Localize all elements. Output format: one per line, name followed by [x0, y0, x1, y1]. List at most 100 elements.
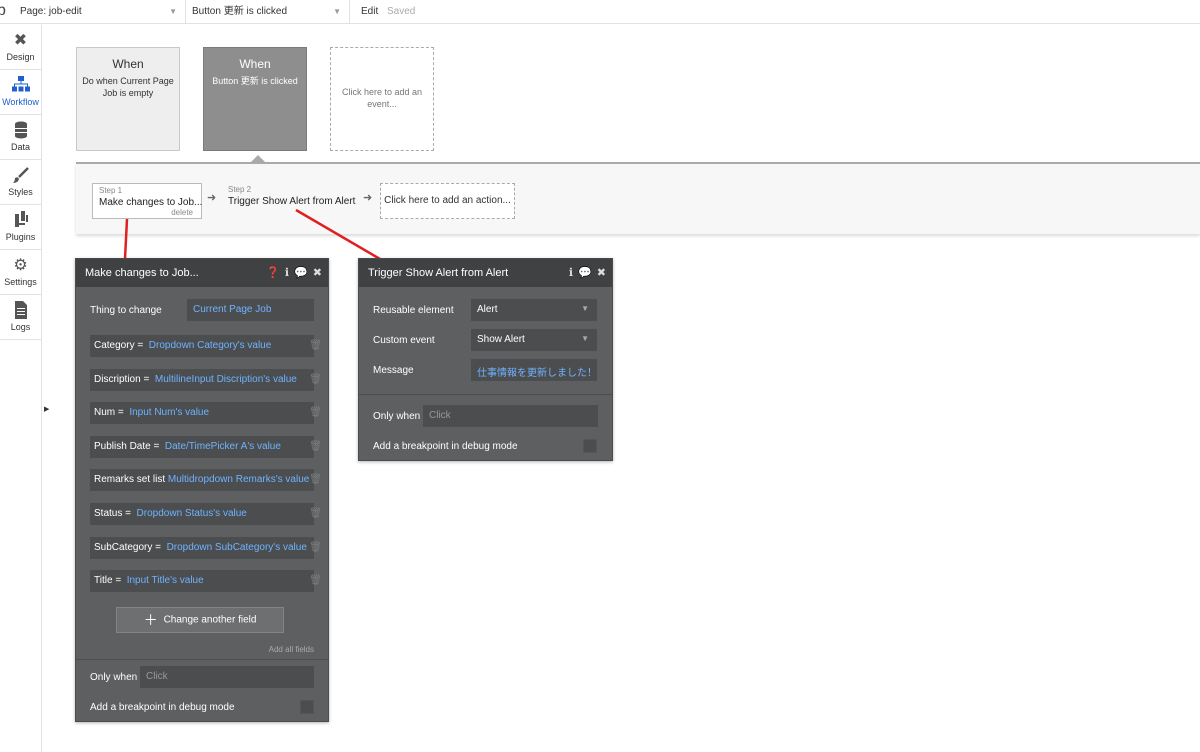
- close-icon[interactable]: ✖: [313, 267, 322, 279]
- add-event-button[interactable]: Click here to add an event...: [330, 47, 434, 151]
- chevron-down-icon: ▼: [333, 7, 341, 16]
- sidebar: ✖ Design Workflow Data Styles Plugins ⚙ …: [0, 25, 42, 752]
- sidebar-item-label: Settings: [4, 277, 37, 287]
- only-when-placeholder: Click: [429, 410, 451, 421]
- field-key: Discription: [94, 374, 141, 385]
- step-number: Step 2: [228, 185, 252, 194]
- comment-icon[interactable]: 💬: [294, 267, 308, 279]
- sidebar-item-label: Design: [6, 52, 35, 62]
- event-card-button-clicked[interactable]: When Button 更新 is clicked: [203, 47, 307, 151]
- chevron-down-icon: ▼: [169, 7, 177, 16]
- help-icon[interactable]: ❓: [266, 267, 280, 279]
- only-when-input[interactable]: Click: [423, 405, 598, 427]
- field-row[interactable]: Remarks set list Multidropdown Remarks's…: [90, 469, 314, 491]
- field-row[interactable]: Title = Input Title's value: [90, 570, 314, 592]
- breakpoint-checkbox[interactable]: [583, 439, 597, 453]
- field-equals: =: [153, 441, 160, 452]
- sidebar-item-settings[interactable]: ⚙ Settings: [0, 250, 41, 295]
- trash-icon[interactable]: 🗑: [309, 441, 322, 452]
- breakpoint-checkbox[interactable]: [300, 700, 314, 714]
- event-card-page-load[interactable]: When Do when Current Page Job is empty: [76, 47, 180, 151]
- change-another-label: Change another field: [163, 614, 257, 626]
- field-key: Status: [94, 508, 123, 519]
- trash-icon[interactable]: 🗑: [309, 575, 322, 586]
- trash-icon[interactable]: 🗑: [309, 474, 322, 485]
- sidebar-item-workflow[interactable]: Workflow: [0, 70, 41, 115]
- add-all-fields-link[interactable]: Add all fields: [269, 645, 314, 654]
- arrow-right-icon: ➜: [363, 192, 373, 204]
- trash-icon[interactable]: 🗑: [309, 508, 322, 519]
- close-icon[interactable]: ✖: [597, 267, 606, 279]
- sidebar-item-plugins[interactable]: Plugins: [0, 205, 41, 250]
- field-equals: =: [143, 374, 150, 385]
- sidebar-item-data[interactable]: Data: [0, 115, 41, 160]
- divider: [359, 394, 612, 395]
- field-row[interactable]: Status = Dropdown Status's value: [90, 503, 314, 525]
- sidebar-item-label: Logs: [10, 322, 31, 332]
- field-key: Num: [94, 407, 116, 418]
- info-icon[interactable]: ℹ: [285, 267, 289, 279]
- sidebar-item-styles[interactable]: Styles: [0, 160, 41, 205]
- sidebar-item-logs[interactable]: Logs: [0, 295, 41, 340]
- panel-header-icons: ❓ ℹ 💬 ✖: [261, 266, 322, 279]
- sidebar-item-design[interactable]: ✖ Design: [0, 25, 41, 70]
- thing-to-change-label: Thing to change: [90, 305, 162, 316]
- reusable-element-dropdown[interactable]: Alert ▼: [471, 299, 597, 321]
- comment-icon[interactable]: 💬: [578, 267, 592, 279]
- plus-icon: ＋: [143, 612, 158, 628]
- field-key: Category: [94, 340, 135, 351]
- field-value: Input Num's value: [129, 407, 210, 418]
- divider: [76, 659, 328, 660]
- database-icon: [0, 121, 41, 141]
- top-bar: b Page: job-edit ▼ Button 更新 is clicked …: [0, 0, 1200, 24]
- reusable-element-label: Reusable element: [373, 305, 454, 316]
- workflow-icon: [0, 76, 41, 96]
- event-when-label: When: [239, 57, 271, 71]
- step-title: Trigger Show Alert from Alert: [228, 196, 356, 207]
- trash-icon[interactable]: 🗑: [309, 542, 322, 553]
- sidebar-item-label: Data: [10, 142, 30, 152]
- field-row[interactable]: SubCategory = Dropdown SubCategory's val…: [90, 537, 314, 559]
- field-row[interactable]: Discription = MultilineInput Discription…: [90, 369, 314, 391]
- thing-to-change-value[interactable]: Current Page Job: [187, 299, 314, 321]
- only-when-input[interactable]: Click: [140, 666, 314, 688]
- sidebar-item-label: Workflow: [2, 97, 39, 107]
- brush-icon: [0, 166, 41, 186]
- add-event-label: Click here to add an event...: [341, 87, 423, 109]
- gear-icon: ⚙: [13, 257, 28, 274]
- trash-icon[interactable]: 🗑: [309, 407, 322, 418]
- panel-header: Trigger Show Alert from Alert ℹ 💬 ✖: [359, 259, 612, 287]
- breakpoint-label: Add a breakpoint in debug mode: [90, 702, 235, 713]
- field-row[interactable]: Category = Dropdown Category's value: [90, 335, 314, 357]
- panel-header-icons: ℹ 💬 ✖: [564, 266, 606, 279]
- breakpoint-label: Add a breakpoint in debug mode: [373, 441, 518, 452]
- field-value: Dropdown SubCategory's value: [166, 542, 307, 553]
- field-key: Remarks set list: [94, 474, 166, 485]
- panel-title: Trigger Show Alert from Alert: [368, 267, 509, 279]
- custom-event-label: Custom event: [373, 335, 435, 346]
- make-changes-panel: Make changes to Job... ❓ ℹ 💬 ✖ Thing to cha…: [75, 258, 329, 722]
- info-icon[interactable]: ℹ: [569, 267, 573, 279]
- design-icon: ✖: [13, 32, 28, 49]
- field-equals: =: [117, 407, 124, 418]
- delete-step-link[interactable]: delete: [171, 208, 193, 217]
- field-equals: =: [125, 508, 131, 519]
- only-when-label: Only when: [373, 411, 421, 422]
- event-dropdown-label: Button 更新 is clicked: [192, 6, 288, 17]
- field-row[interactable]: Num = Input Num's value: [90, 402, 314, 424]
- custom-event-dropdown[interactable]: Show Alert ▼: [471, 329, 597, 351]
- field-equals: =: [115, 575, 122, 586]
- trash-icon[interactable]: 🗑: [309, 340, 322, 351]
- message-input[interactable]: 仕事情報を更新しました！: [471, 359, 597, 381]
- change-another-field-button[interactable]: ＋ Change another field: [116, 607, 284, 633]
- event-dropdown[interactable]: Button 更新 is clicked ▼: [186, 0, 350, 24]
- field-row[interactable]: Publish Date = Date/TimePicker A's value: [90, 436, 314, 458]
- panel-header: Make changes to Job... ❓ ℹ 💬 ✖: [76, 259, 328, 287]
- trash-icon[interactable]: 🗑: [309, 374, 322, 385]
- event-when-label: When: [112, 57, 144, 71]
- step-make-changes[interactable]: Step 1 Make changes to Job... delete: [92, 183, 202, 219]
- add-action-button[interactable]: Click here to add an action...: [380, 183, 515, 219]
- edit-menu[interactable]: Edit: [361, 0, 378, 23]
- page-dropdown[interactable]: Page: job-edit ▼: [14, 0, 186, 24]
- step-trigger-alert[interactable]: Step 2 Trigger Show Alert from Alert: [228, 183, 355, 219]
